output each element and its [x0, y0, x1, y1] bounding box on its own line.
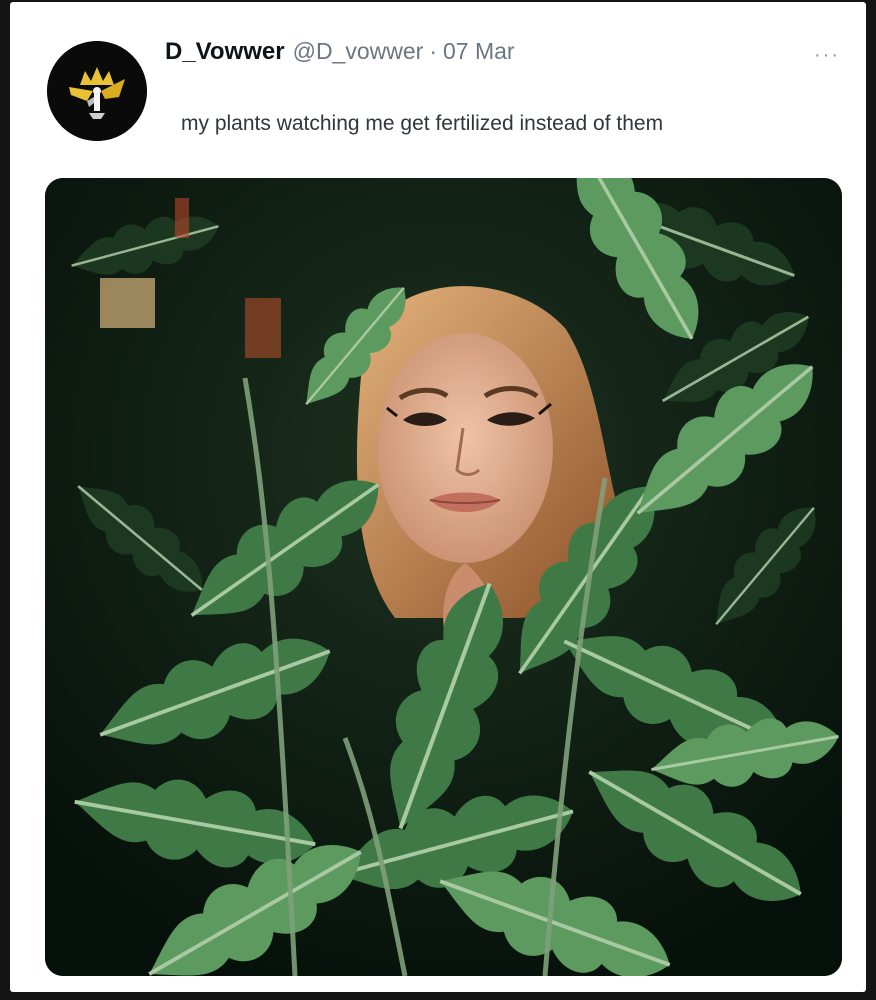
tweet-text: my plants watching me get fertilized ins… — [181, 112, 664, 135]
user-handle[interactable]: @D_vowwer — [293, 38, 424, 65]
avatar[interactable] — [47, 41, 147, 141]
photo-woman-in-foliage — [45, 178, 842, 976]
tweet-media-photo[interactable] — [45, 178, 842, 976]
more-options-icon[interactable]: ··· — [814, 44, 840, 67]
crown-logo-icon — [47, 41, 147, 141]
tweet-header: D_Vowwer @D_vowwer · 07 Mar — [165, 38, 515, 72]
display-name[interactable]: D_Vowwer — [165, 38, 285, 66]
tweet-date[interactable]: 07 Mar — [443, 38, 515, 65]
tweet-card[interactable]: D_Vowwer @D_vowwer · 07 Mar ··· my plant… — [10, 2, 866, 992]
header-separator: · — [429, 38, 437, 64]
